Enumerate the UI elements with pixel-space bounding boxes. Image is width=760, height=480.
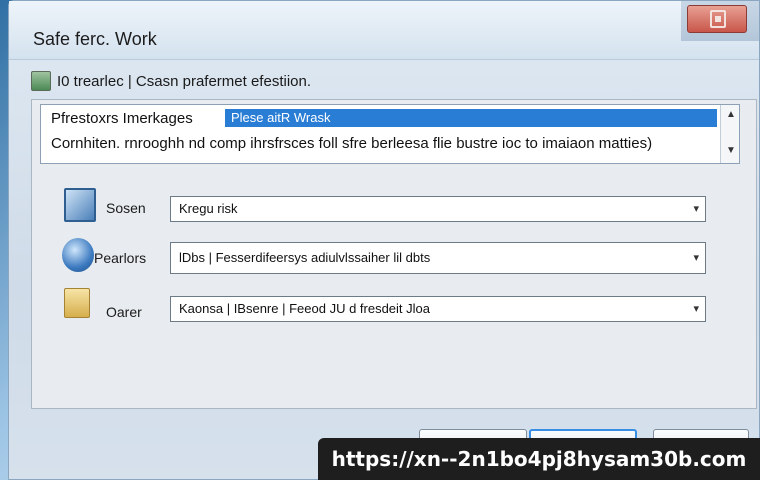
preferences-field[interactable]: lDbs | Fesserdifeersys adiulvlssaiher li… bbox=[170, 242, 706, 274]
dropdown-icon[interactable]: ▾ bbox=[693, 197, 699, 221]
url-watermark-banner: https://xn--2n1bo4pj8hysam30b.com bbox=[318, 438, 760, 480]
listbox-description: Cornhiten. rnrooghh nd comp ihrsfrsces f… bbox=[51, 135, 653, 152]
other-field-value: Kaonsa | IBsenre | Feeod JU d fresdeit J… bbox=[179, 301, 430, 316]
screen-field[interactable]: Kregu risk ▾ bbox=[170, 196, 706, 222]
panel-heading: I0 trearlec | Csasn prafermet efestiion. bbox=[57, 73, 312, 90]
row-label-other: Oarer bbox=[106, 304, 142, 320]
screen-field-value: Kregu risk bbox=[179, 201, 238, 216]
dropdown-icon[interactable]: ▾ bbox=[693, 297, 699, 321]
globe-icon bbox=[62, 238, 94, 272]
scroll-up-icon[interactable]: ▲ bbox=[726, 109, 736, 120]
close-button[interactable] bbox=[687, 5, 747, 33]
listbox-selected-item[interactable]: Plese aitR Wrask bbox=[225, 109, 717, 127]
listbox-label: Pfrestoxrs Imerkages bbox=[51, 110, 193, 127]
row-label-preferences: Pearlors bbox=[94, 250, 147, 266]
window-title: Safe ferc. Work bbox=[33, 29, 157, 49]
options-panel: Pfrestoxrs Imerkages Plese aitR Wrask Co… bbox=[31, 99, 757, 409]
folder-icon bbox=[64, 288, 90, 318]
monitor-icon bbox=[64, 188, 96, 222]
row-label-screen: Sosen bbox=[106, 200, 146, 216]
title-bar: Safe ferc. Work bbox=[9, 1, 759, 60]
preferences-listbox[interactable]: Pfrestoxrs Imerkages Plese aitR Wrask Co… bbox=[40, 104, 740, 164]
other-field[interactable]: Kaonsa | IBsenre | Feeod JU d fresdeit J… bbox=[170, 296, 706, 322]
listbox-scrollbar[interactable]: ▲ ▼ bbox=[720, 105, 739, 163]
dropdown-icon[interactable]: ▾ bbox=[693, 243, 699, 273]
settings-icon bbox=[31, 71, 51, 91]
preferences-field-value: lDbs | Fesserdifeersys adiulvlssaiher li… bbox=[179, 250, 431, 265]
scroll-down-icon[interactable]: ▼ bbox=[726, 145, 736, 156]
dialog-window: Safe ferc. Work I0 trearlec | Csasn praf… bbox=[8, 0, 760, 480]
close-icon bbox=[710, 10, 726, 28]
